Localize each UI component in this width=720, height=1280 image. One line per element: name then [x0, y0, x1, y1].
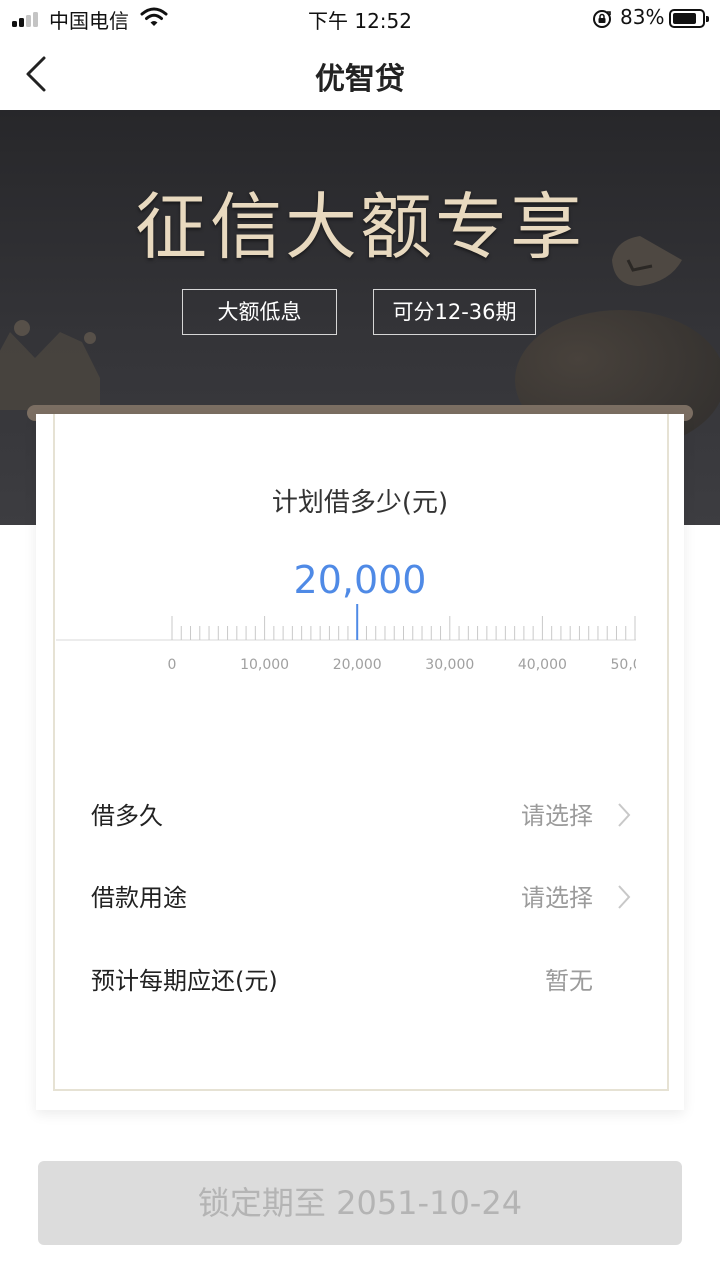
battery-icon [669, 9, 709, 28]
status-bar: 中国电信 下午 12:52 83% [0, 0, 720, 40]
loan-purpose-value: 请选择 [521, 884, 593, 912]
loan-term-label: 借多久 [91, 802, 163, 830]
loan-purpose-label: 借款用途 [91, 884, 187, 912]
chevron-right-icon [618, 885, 631, 909]
slider-tick-label: 50,000 [611, 657, 637, 673]
slider-tick-label: 30,000 [425, 657, 474, 673]
banner-tag-low-interest: 大额低息 [182, 289, 337, 335]
monthly-repayment-row: 预计每期应还(元) 暂无 [91, 955, 631, 1005]
loan-purpose-row[interactable]: 借款用途 请选择 [91, 872, 631, 922]
slider-tick-label: 0 [168, 657, 177, 673]
lock-period-button[interactable]: 锁定期至 2051-10-24 [38, 1161, 682, 1245]
page-title: 优智贷 [315, 62, 405, 97]
slider-tick-label: 20,000 [333, 657, 382, 673]
chevron-right-icon [618, 803, 631, 827]
battery-percent: 83% [620, 5, 665, 29]
amount-label: 计划借多少(元) [271, 488, 449, 518]
loan-term-row[interactable]: 借多久 请选择 [91, 790, 631, 840]
amount-slider[interactable]: 0 10,000 20,000 30,000 40,000 50,000 [56, 604, 636, 684]
banner-title: 征信大额专享 [134, 185, 585, 269]
slider-tick-label: 10,000 [240, 657, 289, 673]
loan-term-value: 请选择 [521, 802, 593, 830]
monthly-repayment-label: 预计每期应还(元) [91, 967, 278, 995]
loan-card: 计划借多少(元) 20,000 0 10,000 20,000 30,000 40,00… [36, 414, 684, 1110]
banner-tag-installments: 可分12-36期 [373, 289, 536, 335]
nav-bar: 优智贷 [0, 40, 720, 110]
slider-tick-label: 40,000 [518, 657, 567, 673]
monthly-repayment-value: 暂无 [545, 967, 593, 995]
amount-value: 20,000 [293, 558, 427, 602]
orientation-lock-icon [593, 10, 611, 28]
